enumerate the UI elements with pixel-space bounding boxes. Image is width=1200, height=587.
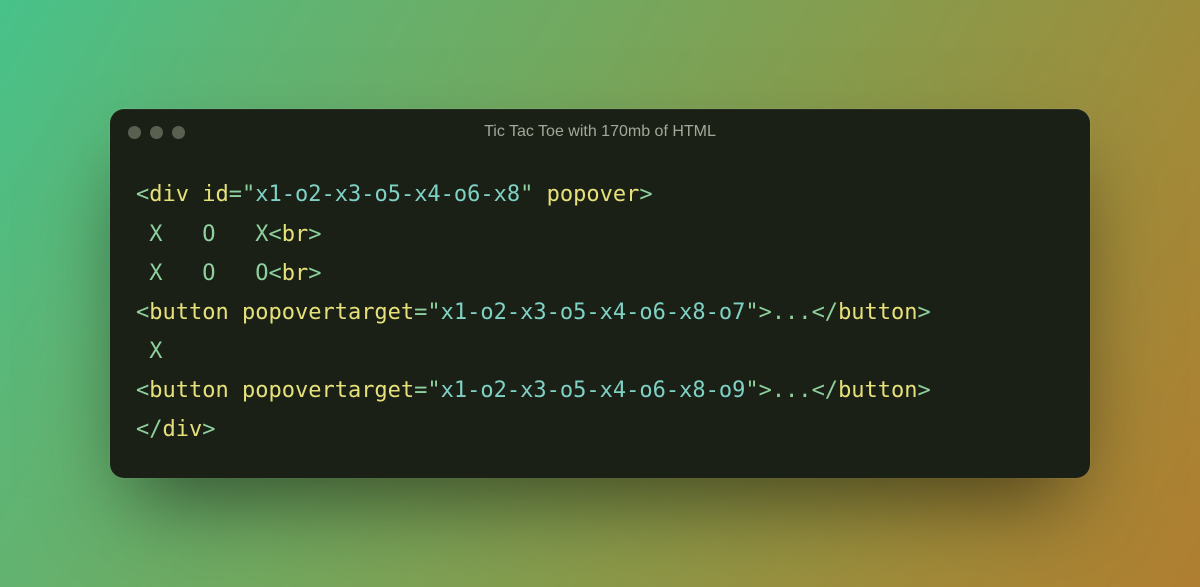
code-line: X O X<br>	[136, 222, 321, 247]
code-line: X	[136, 339, 163, 364]
code-line: <div id="x1-o2-x3-o5-x4-o6-x8" popover>	[136, 182, 653, 207]
code-block: <div id="x1-o2-x3-o5-x4-o6-x8" popover> …	[110, 155, 1090, 477]
window-title: Tic Tac Toe with 170mb of HTML	[110, 123, 1090, 141]
close-icon[interactable]	[128, 126, 141, 139]
code-line: </div>	[136, 417, 216, 442]
code-line: <button popovertarget="x1-o2-x3-o5-x4-o6…	[136, 378, 931, 403]
code-line: X O O<br>	[136, 261, 321, 286]
code-line: <button popovertarget="x1-o2-x3-o5-x4-o6…	[136, 300, 931, 325]
code-window: Tic Tac Toe with 170mb of HTML <div id="…	[110, 109, 1090, 477]
minimize-icon[interactable]	[150, 126, 163, 139]
window-controls	[128, 126, 185, 139]
titlebar: Tic Tac Toe with 170mb of HTML	[110, 109, 1090, 155]
zoom-icon[interactable]	[172, 126, 185, 139]
